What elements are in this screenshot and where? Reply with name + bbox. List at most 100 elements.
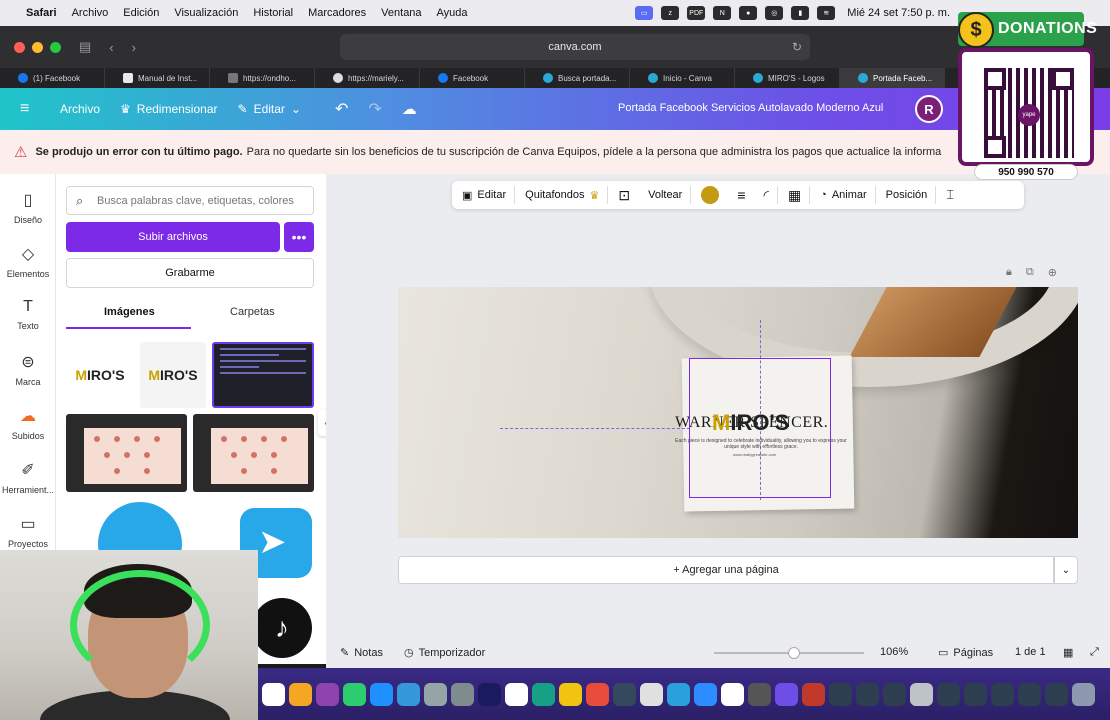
image-thumbnail-tiktok[interactable]: ♪ bbox=[252, 598, 314, 664]
image-thumbnail-logo-2[interactable]: M IRO'S bbox=[140, 342, 206, 408]
finder-icon[interactable] bbox=[613, 682, 636, 706]
position-button[interactable]: Posición bbox=[886, 189, 928, 201]
edit-image-button[interactable]: ▣ Editar bbox=[462, 189, 506, 202]
airdrop-icon[interactable]: ◎ bbox=[765, 6, 784, 20]
rail-item-herramientas[interactable]: ✐ Herramient... bbox=[0, 460, 56, 495]
duplicate-icon[interactable]: ⧉ bbox=[1026, 266, 1034, 279]
record-button[interactable]: Grabarme bbox=[66, 258, 314, 288]
color-swatch[interactable] bbox=[701, 186, 720, 204]
redimensionar-button[interactable]: ♛ Redimensionar bbox=[120, 102, 217, 116]
corner-rounding-icon[interactable]: ◜ bbox=[764, 187, 769, 204]
window-thumbnail-icon[interactable] bbox=[910, 682, 933, 706]
close-window-icon[interactable] bbox=[14, 41, 25, 53]
pages-button[interactable]: ▭ Páginas bbox=[938, 646, 993, 660]
menu-historial[interactable]: Historial bbox=[253, 7, 293, 19]
tab-miros-logos[interactable]: MIRO'S - Logos bbox=[735, 68, 840, 88]
tab-inicio-canva[interactable]: Inicio - Canva bbox=[630, 68, 735, 88]
qr-app-icon[interactable] bbox=[532, 682, 555, 706]
add-page-button[interactable]: + Agregar una página bbox=[398, 556, 1054, 584]
image-thumbnail-flowchart-2[interactable] bbox=[193, 414, 314, 492]
battery-icon[interactable]: ▮ bbox=[791, 6, 810, 20]
pdf-app-icon[interactable] bbox=[586, 682, 609, 706]
undo-icon[interactable]: ↶ bbox=[335, 99, 348, 119]
editar-menu[interactable]: ✎ Editar ⌄ bbox=[238, 102, 301, 116]
menu-ayuda[interactable]: Ayuda bbox=[437, 7, 468, 19]
telegram-icon[interactable] bbox=[667, 682, 690, 706]
window-thumbnail-icon[interactable] bbox=[1018, 682, 1041, 706]
avatar[interactable]: R bbox=[915, 95, 943, 123]
trash-icon[interactable] bbox=[1072, 682, 1095, 706]
menu-edicion[interactable]: Edición bbox=[123, 7, 159, 19]
search-input[interactable]: ⌕ Busca palabras clave, etiquetas, color… bbox=[66, 186, 314, 215]
menu-ventana[interactable]: Ventana bbox=[381, 7, 421, 19]
image-thumbnail-logo-1[interactable]: M IRO'S bbox=[66, 342, 134, 408]
window-thumbnail-icon[interactable] bbox=[829, 682, 852, 706]
crop-icon[interactable]: ⊡ bbox=[618, 187, 630, 204]
canva-app-icon[interactable] bbox=[775, 682, 798, 706]
window-thumbnail-icon[interactable] bbox=[883, 682, 906, 706]
rail-item-subidos[interactable]: ☁ Subidos bbox=[0, 406, 56, 441]
transparency-icon[interactable]: ▦ bbox=[788, 187, 801, 204]
preview-icon[interactable] bbox=[424, 682, 447, 706]
tab-portada-facebook[interactable]: Portada Faceb... bbox=[840, 68, 945, 88]
tab-mariely[interactable]: https://mariely... bbox=[315, 68, 420, 88]
notion-icon[interactable]: N bbox=[713, 6, 732, 20]
podcasts-icon[interactable] bbox=[316, 682, 339, 706]
tab-facebook-1[interactable]: (1) Facebook bbox=[0, 68, 105, 88]
tab-ondho[interactable]: https://ondho... bbox=[210, 68, 315, 88]
flip-button[interactable]: Voltear bbox=[648, 189, 682, 201]
menu-app-name[interactable]: Safari bbox=[26, 7, 57, 19]
zoom-level[interactable]: 106% bbox=[880, 646, 908, 658]
testflight-icon[interactable] bbox=[397, 682, 420, 706]
back-arrow-icon[interactable]: ‹ bbox=[109, 40, 113, 55]
rail-item-marca[interactable]: ⊜ Marca bbox=[0, 352, 56, 387]
tab-carpetas[interactable]: Carpetas bbox=[230, 306, 275, 318]
rail-item-diseno[interactable]: ▯ Diseño bbox=[0, 190, 56, 225]
rail-item-proyectos[interactable]: ▭ Proyectos bbox=[0, 514, 56, 549]
zoom-slider-knob[interactable] bbox=[787, 647, 800, 659]
add-page-icon[interactable]: ⊕ bbox=[1048, 266, 1057, 279]
window-thumbnail-icon[interactable] bbox=[991, 682, 1014, 706]
chrome-icon[interactable] bbox=[640, 682, 663, 706]
animate-button[interactable]: ◔ Animar bbox=[820, 189, 867, 201]
tab-imagenes[interactable]: Imágenes bbox=[104, 306, 155, 318]
window-thumbnail-icon[interactable] bbox=[1045, 682, 1068, 706]
menu-visualizacion[interactable]: Visualización bbox=[174, 7, 238, 19]
redo-icon[interactable]: ↷ bbox=[368, 99, 381, 119]
archivo-menu[interactable]: Archivo bbox=[60, 102, 100, 116]
pencil-app-icon[interactable] bbox=[289, 682, 312, 706]
chevron-down-icon[interactable]: ⌄ bbox=[1054, 556, 1078, 584]
address-bar[interactable]: canva.com ↻ bbox=[340, 34, 810, 60]
tab-busca-portada[interactable]: Busca portada... bbox=[525, 68, 630, 88]
menubar-clock[interactable]: Mié 24 set 7:50 p. m. bbox=[847, 7, 950, 19]
menu-marcadores[interactable]: Marcadores bbox=[308, 7, 366, 19]
page-count[interactable]: 1 de 1 bbox=[1015, 646, 1046, 658]
tab-facebook-2[interactable]: Facebook bbox=[420, 68, 525, 88]
photo-app-icon[interactable] bbox=[802, 682, 825, 706]
premiere-icon[interactable] bbox=[478, 682, 501, 706]
capcut-icon[interactable] bbox=[721, 682, 744, 706]
grid-view-icon[interactable]: ▦ bbox=[1063, 646, 1073, 659]
window-thumbnail-icon[interactable] bbox=[964, 682, 987, 706]
fullscreen-icon[interactable]: ⤢ bbox=[1090, 646, 1099, 659]
screen-mirror-icon[interactable]: ▭ bbox=[635, 6, 654, 20]
paint-roller-icon[interactable]: ⌶ bbox=[946, 187, 954, 203]
upload-files-button[interactable]: Subir archivos bbox=[66, 222, 280, 252]
minimize-window-icon[interactable] bbox=[32, 41, 43, 53]
pdf-icon[interactable]: PDF bbox=[687, 6, 706, 20]
reload-icon[interactable]: ↻ bbox=[792, 40, 802, 54]
app-store-icon[interactable] bbox=[370, 682, 393, 706]
bg-remover-button[interactable]: Quitafondos ♛ bbox=[525, 189, 599, 202]
calendar-icon[interactable] bbox=[262, 682, 285, 706]
notion-icon[interactable] bbox=[505, 682, 528, 706]
rail-item-elementos[interactable]: ◇ Elementos bbox=[0, 244, 56, 279]
notes-app-icon[interactable] bbox=[559, 682, 582, 706]
window-thumbnail-icon[interactable] bbox=[856, 682, 879, 706]
lock-icon[interactable]: 🔒︎ bbox=[1006, 266, 1012, 279]
menu-hamburger-icon[interactable]: ≡ bbox=[20, 100, 34, 118]
zoom-window-icon[interactable] bbox=[50, 41, 61, 53]
tab-manual[interactable]: Manual de Inst... bbox=[105, 68, 210, 88]
image-thumbnail-flowchart-1[interactable] bbox=[66, 414, 187, 492]
menu-archivo[interactable]: Archivo bbox=[72, 7, 109, 19]
border-style-icon[interactable]: ≡ bbox=[737, 187, 745, 203]
